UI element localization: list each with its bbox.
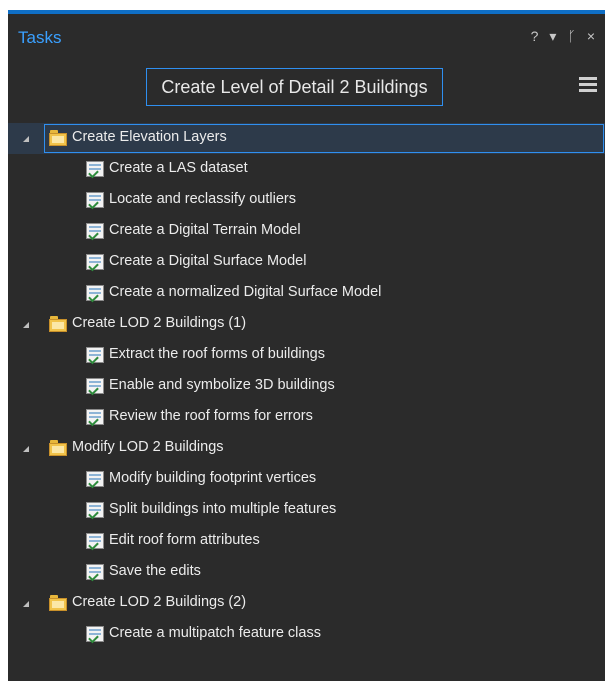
hamburger-menu-icon[interactable] [579,77,597,93]
task-item-label: Extract the roof forms of buildings [109,346,325,362]
task-title[interactable]: Create Level of Detail 2 Buildings [146,68,443,106]
collapse-arrow-icon[interactable] [23,136,29,142]
task-step-icon [86,378,104,396]
task-item[interactable]: Create a LAS dataset [8,154,605,185]
task-item[interactable]: Save the edits [8,557,605,588]
task-group[interactable]: Create Elevation Layers [8,123,605,154]
task-item[interactable]: Edit roof form attributes [8,526,605,557]
task-group-label: Create LOD 2 Buildings (1) [72,315,247,331]
task-item-label: Save the edits [109,563,201,579]
task-group-label: Create Elevation Layers [72,129,227,145]
collapse-arrow-icon[interactable] [23,446,29,452]
task-step-icon [86,161,104,179]
task-group-label: Create LOD 2 Buildings (2) [72,594,247,610]
task-group-label: Modify LOD 2 Buildings [72,439,224,455]
task-step-icon [86,254,104,272]
task-item-label: Create a LAS dataset [109,160,248,176]
task-item[interactable]: Create a multipatch feature class [8,619,605,650]
tasks-pane: Tasks ? ▾ ᚴ × Create Level of Detail 2 B… [8,10,605,681]
task-item-label: Modify building footprint vertices [109,470,317,486]
task-item[interactable]: Create a Digital Surface Model [8,247,605,278]
folder-icon [49,316,67,332]
task-item-label: Create a Digital Terrain Model [109,222,301,238]
collapse-arrow-icon[interactable] [23,601,29,607]
task-group[interactable]: Create LOD 2 Buildings (2) [8,588,605,619]
task-step-icon [86,223,104,241]
pane-title: Tasks [18,28,62,47]
task-item[interactable]: Modify building footprint vertices [8,464,605,495]
task-item[interactable]: Locate and reclassify outliers [8,185,605,216]
task-step-icon [86,626,104,644]
task-step-icon [86,192,104,210]
task-group[interactable]: Modify LOD 2 Buildings [8,433,605,464]
task-step-icon [86,564,104,582]
task-item[interactable]: Create a Digital Terrain Model [8,216,605,247]
task-step-icon [86,409,104,427]
task-step-icon [86,471,104,489]
task-item[interactable]: Split buildings into multiple features [8,495,605,526]
task-item-label: Enable and symbolize 3D buildings [109,377,335,393]
task-item[interactable]: Enable and symbolize 3D buildings [8,371,605,402]
task-item-label: Create a Digital Surface Model [109,253,307,269]
task-step-icon [86,285,104,303]
task-item[interactable]: Extract the roof forms of buildings [8,340,605,371]
collapse-arrow-icon[interactable] [23,322,29,328]
folder-icon [49,130,67,146]
help-icon[interactable]: ? [531,28,539,44]
task-tree: Create Elevation Layers Create a LAS data… [8,123,605,650]
task-item-label: Review the roof forms for errors [109,408,313,424]
pin-icon[interactable]: ᚴ [567,28,575,44]
dropdown-icon[interactable]: ▾ [549,28,556,44]
window-controls: ? ▾ ᚴ × [531,28,595,44]
task-item[interactable]: Review the roof forms for errors [8,402,605,433]
task-item-label: Locate and reclassify outliers [109,191,296,207]
pane-titlebar: Tasks ? ▾ ᚴ × [8,18,605,58]
task-group[interactable]: Create LOD 2 Buildings (1) [8,309,605,340]
task-item[interactable]: Create a normalized Digital Surface Mode… [8,278,605,309]
folder-icon [49,440,67,456]
task-item-label: Split buildings into multiple features [109,501,337,517]
task-step-icon [86,533,104,551]
task-step-icon [86,347,104,365]
task-step-icon [86,502,104,520]
task-item-label: Create a normalized Digital Surface Mode… [109,284,382,300]
task-item-label: Create a multipatch feature class [109,625,321,641]
close-icon[interactable]: × [587,28,595,44]
folder-icon [49,595,67,611]
task-item-label: Edit roof form attributes [109,532,260,548]
